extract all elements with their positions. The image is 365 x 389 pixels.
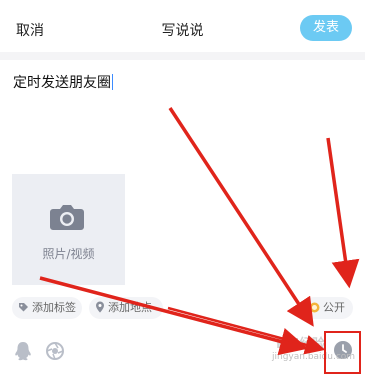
post-editor[interactable]: 定时发送朋友圈 照片/视频 添加标签 添加地点 公开 xyxy=(0,60,365,328)
location-pin-icon xyxy=(96,301,104,313)
add-tag-label: 添加标签 xyxy=(32,301,76,314)
photo-icon[interactable] xyxy=(44,340,66,362)
header-bar: 取消 写说说 发表 xyxy=(0,0,365,52)
add-tag-button[interactable]: 添加标签 xyxy=(12,297,82,319)
watermark: Bai经验 xyxy=(276,337,326,352)
add-location-button[interactable]: 添加地点 xyxy=(89,297,163,319)
add-media-button[interactable]: 照片/视频 xyxy=(12,174,125,285)
add-location-label: 添加地点 xyxy=(108,301,152,314)
text-caret xyxy=(112,74,113,90)
visibility-label: 公开 xyxy=(323,301,345,314)
publish-button[interactable]: 发表 xyxy=(300,15,352,41)
post-text: 定时发送朋友圈 xyxy=(13,75,111,91)
public-icon xyxy=(309,302,320,313)
camera-icon xyxy=(50,205,84,230)
media-label: 照片/视频 xyxy=(42,247,95,261)
qq-icon[interactable] xyxy=(12,340,34,362)
post-text-input[interactable]: 定时发送朋友圈 xyxy=(13,72,113,92)
annotation-highlight-box xyxy=(324,331,361,374)
visibility-button[interactable]: 公开 xyxy=(303,297,353,319)
tag-icon xyxy=(19,303,28,312)
